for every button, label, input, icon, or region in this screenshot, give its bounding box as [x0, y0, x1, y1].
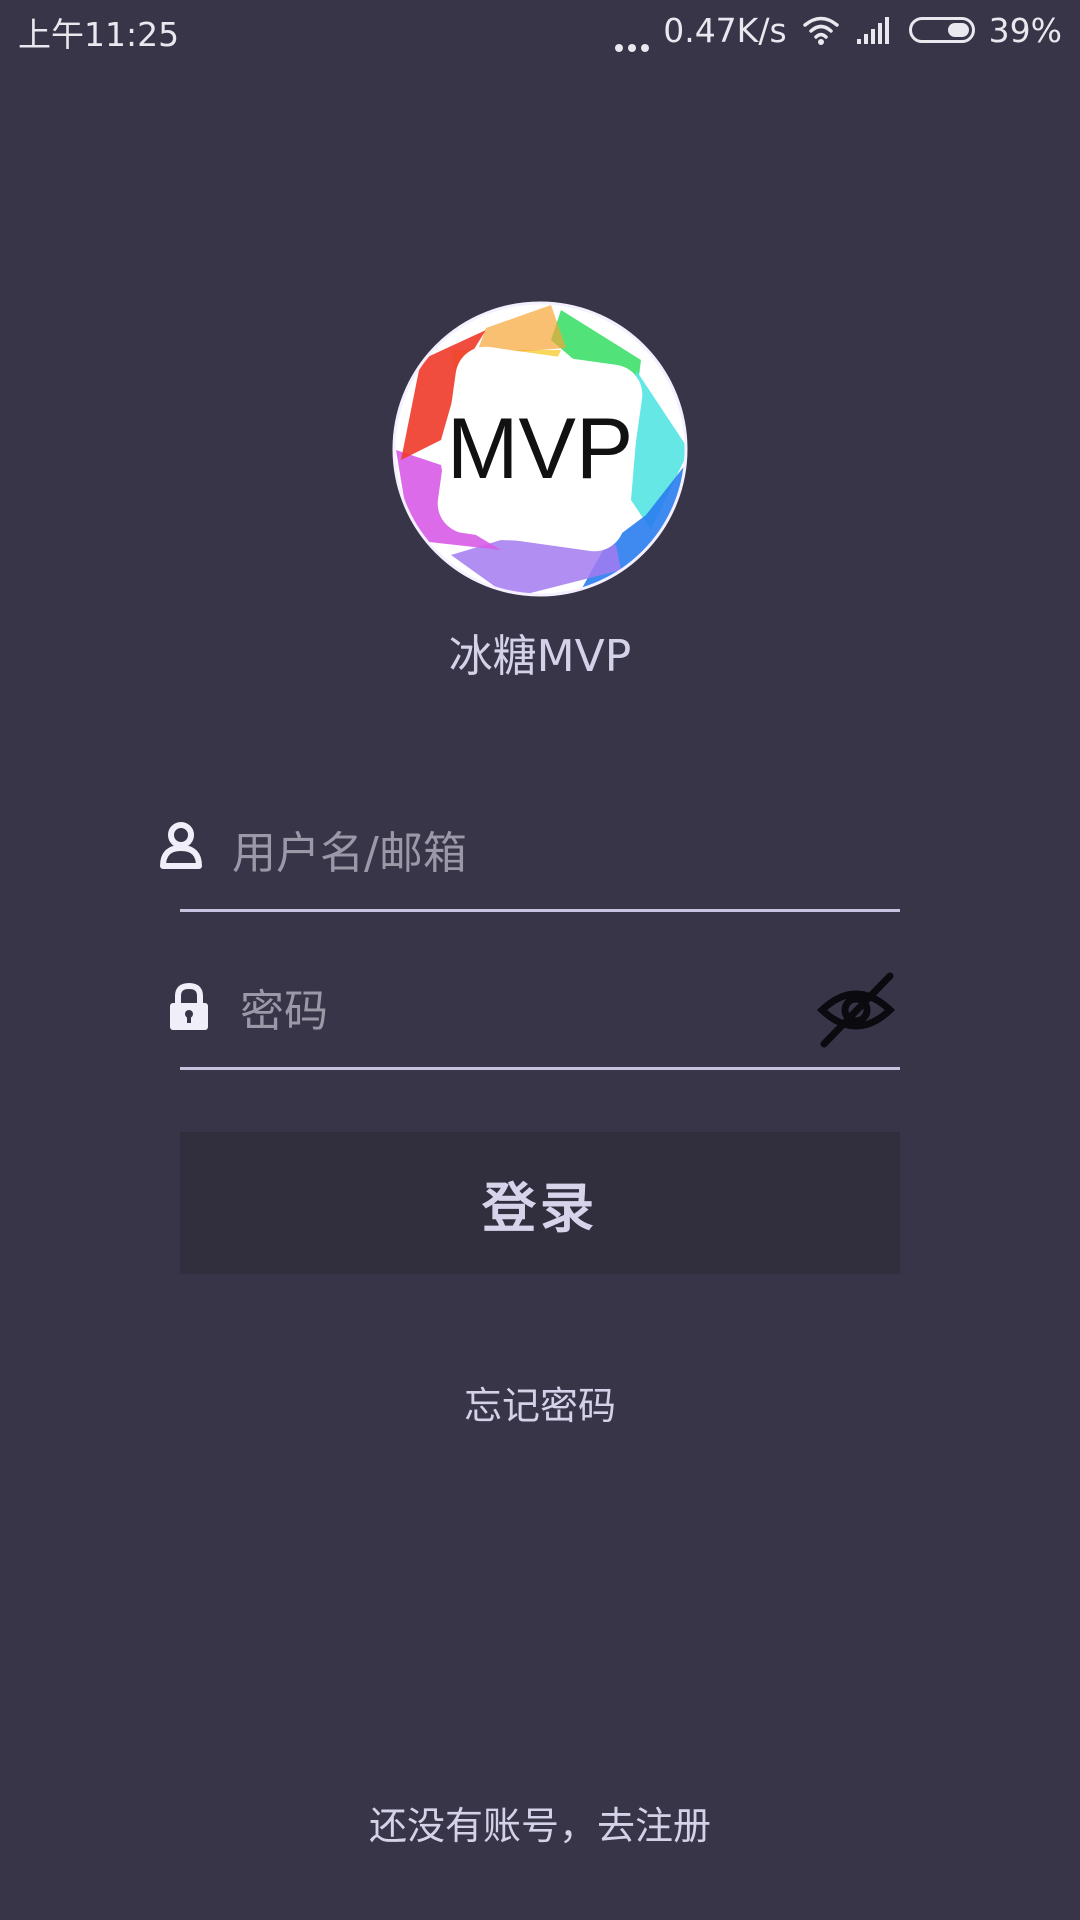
- eye-off-icon[interactable]: [816, 972, 896, 1048]
- status-bar: 上午11:25 0.47K/s 39%: [0, 0, 1080, 62]
- login-button[interactable]: 登录: [180, 1132, 900, 1274]
- status-time: 上午11:25: [18, 15, 180, 54]
- logo-text: MVP: [447, 401, 633, 497]
- username-input[interactable]: [230, 812, 774, 894]
- more-dots-icon: [615, 8, 650, 52]
- user-icon: [160, 822, 202, 869]
- app-name: 冰糖MVP: [448, 631, 632, 682]
- status-indicators: 0.47K/s 39%: [615, 8, 1062, 52]
- username-field[interactable]: [160, 802, 900, 912]
- forgot-password-link[interactable]: 忘记密码: [0, 1375, 1080, 1430]
- battery-percent: 39%: [988, 10, 1062, 50]
- wifi-icon: [802, 16, 839, 45]
- lock-icon: [170, 982, 208, 1030]
- password-field[interactable]: [170, 960, 900, 1070]
- network-speed: 0.47K/s: [663, 10, 787, 50]
- mvp-logo-icon: MVP: [391, 300, 689, 598]
- battery-icon: [908, 17, 975, 43]
- signal-icon: [856, 17, 889, 44]
- password-input[interactable]: [238, 970, 782, 1052]
- register-link[interactable]: 还没有账号，去注册: [0, 1795, 1080, 1850]
